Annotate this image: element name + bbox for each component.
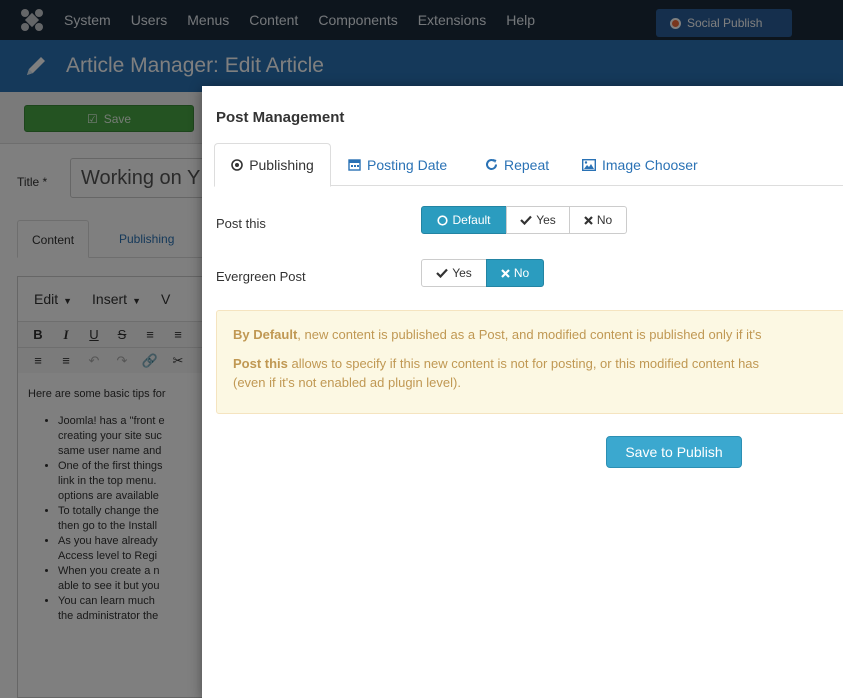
- evergreen-post-label: Evergreen Post: [216, 269, 306, 284]
- save-to-publish-button[interactable]: Save to Publish: [606, 436, 742, 468]
- info-line-post-this: Post this allows to specify if this new …: [233, 356, 760, 371]
- evergreen-toggle: Yes No: [421, 259, 544, 287]
- help-info-box: By Default, new content is published as …: [216, 310, 843, 414]
- picture-icon: [582, 158, 596, 171]
- post-this-label: Post this: [216, 216, 266, 231]
- post-this-no-option[interactable]: No: [569, 206, 627, 234]
- calendar-icon: [348, 159, 361, 171]
- post-management-modal: Post Management Publishing Posting Date …: [202, 86, 843, 698]
- tab-publishing-modal[interactable]: Publishing: [214, 143, 331, 187]
- evergreen-yes-option[interactable]: Yes: [421, 259, 487, 287]
- circle-icon: [437, 214, 449, 226]
- post-this-default-option[interactable]: Default: [421, 206, 507, 234]
- circle-dot-icon: [231, 159, 243, 171]
- evergreen-no-option[interactable]: No: [486, 259, 544, 287]
- check-icon: [520, 215, 533, 225]
- info-line-default: By Default, new content is published as …: [233, 327, 762, 342]
- refresh-icon: [486, 159, 498, 171]
- modal-title: Post Management: [216, 109, 345, 126]
- tab-image-chooser[interactable]: Image Chooser: [582, 143, 698, 186]
- post-this-toggle: Default Yes No: [421, 206, 627, 234]
- x-icon: [501, 268, 510, 278]
- tab-image-chooser-label: Image Chooser: [602, 156, 698, 173]
- check-icon: [436, 268, 449, 278]
- tab-publishing-label: Publishing: [249, 157, 314, 173]
- tab-posting-date[interactable]: Posting Date: [348, 143, 447, 186]
- post-this-yes-option[interactable]: Yes: [506, 206, 570, 234]
- tab-repeat[interactable]: Repeat: [485, 143, 549, 186]
- info-line-plugin: (even if it's not enabled ad plugin leve…: [233, 375, 461, 390]
- tab-posting-date-label: Posting Date: [367, 156, 448, 173]
- x-icon: [584, 215, 593, 225]
- tab-repeat-label: Repeat: [504, 156, 550, 173]
- modal-tabs: Publishing Posting Date Repeat Image Cho…: [214, 143, 843, 187]
